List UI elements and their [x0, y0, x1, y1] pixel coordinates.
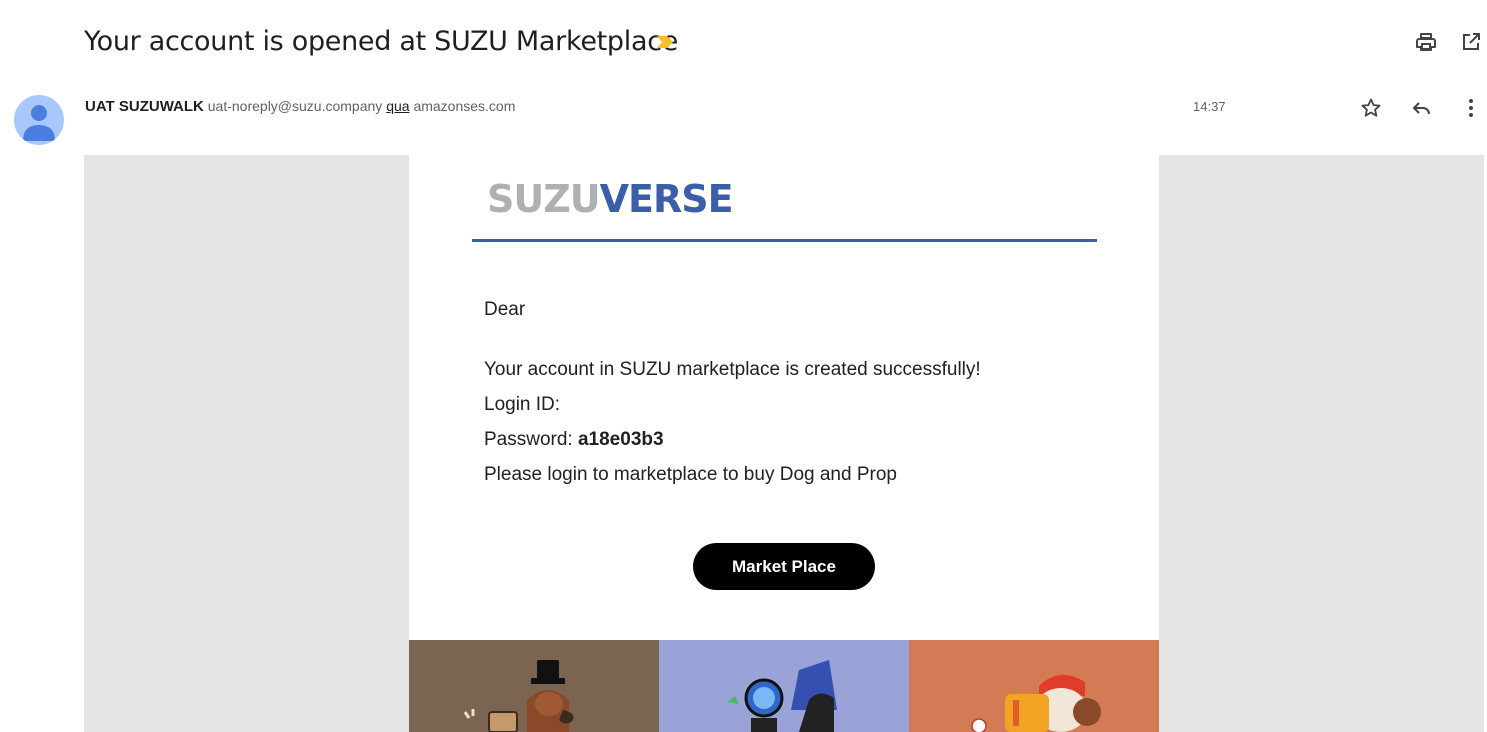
login-id-label: Login ID:	[484, 394, 561, 415]
open-in-new-window-icon[interactable]	[1459, 30, 1483, 54]
default-avatar-icon	[23, 105, 55, 141]
dog-illustration	[463, 660, 574, 732]
greeting: Dear	[484, 299, 526, 320]
logo-gray-text: SUZU	[487, 177, 601, 221]
sender-line: UAT SUZUWALK uat-noreply@suzu.company qu…	[85, 98, 515, 115]
wizard-cat-image[interactable]	[659, 640, 909, 732]
via-link[interactable]: qua	[386, 98, 409, 114]
dog-with-top-hat-image[interactable]	[409, 640, 659, 732]
email-view: Your account is opened at SUZU Marketpla…	[0, 0, 1487, 732]
reply-icon[interactable]	[1409, 96, 1433, 120]
created-message: Your account in SUZU marketplace is crea…	[484, 359, 981, 380]
password-value: a18e03b3	[577, 429, 664, 450]
market-place-button[interactable]: Market Place	[693, 543, 875, 590]
wizard-cat-illustration	[727, 660, 837, 732]
email-subject: Your account is opened at SUZU Marketpla…	[84, 26, 679, 57]
print-icon[interactable]	[1414, 30, 1438, 54]
email-card: SUZUVERSE Dear Your account in SUZU mark…	[409, 155, 1159, 732]
suzuverse-logo: SUZUVERSE	[487, 177, 734, 221]
star-icon[interactable]	[1359, 96, 1383, 120]
password-label: Password:	[484, 429, 573, 450]
email-body-background: SUZUVERSE Dear Your account in SUZU mark…	[84, 155, 1484, 732]
baseball-dog-image[interactable]	[909, 640, 1159, 732]
more-vertical-icon[interactable]	[1459, 96, 1483, 120]
baseball-dog-illustration	[971, 674, 1101, 732]
sender-email: uat-noreply@suzu.company	[207, 98, 383, 114]
password-line: Password: a18e03b3	[484, 429, 664, 451]
via-domain: amazonses.com	[413, 98, 516, 114]
logo-blue-text: VERSE	[599, 177, 734, 221]
sender-avatar[interactable]	[14, 95, 64, 145]
header-divider	[472, 239, 1097, 242]
sender-name[interactable]: UAT SUZUWALK	[85, 98, 204, 115]
importance-marker-icon[interactable]	[656, 35, 674, 49]
email-time[interactable]: 14:37	[1193, 99, 1226, 114]
login-prompt: Please login to marketplace to buy Dog a…	[484, 464, 897, 485]
